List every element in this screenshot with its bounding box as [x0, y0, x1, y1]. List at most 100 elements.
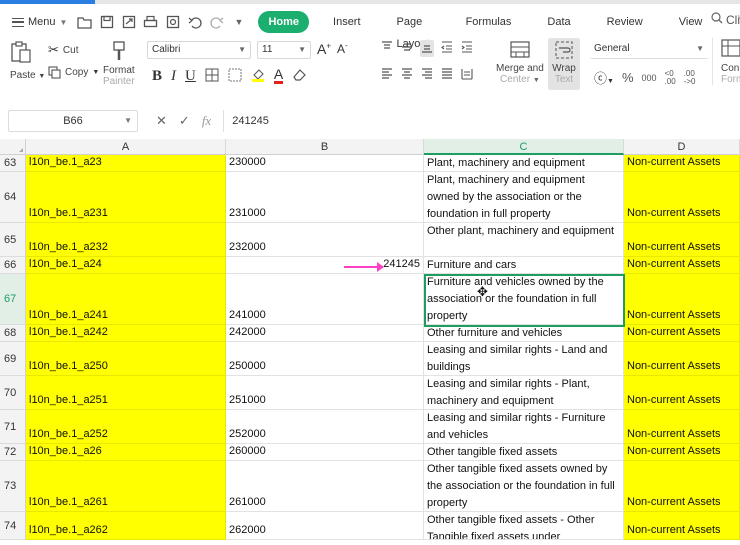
cell-account-code[interactable]: l10n_be.1_a250	[26, 342, 226, 376]
column-header-d[interactable]: D	[624, 139, 740, 155]
cell-account-number[interactable]: 230000	[226, 155, 424, 172]
cell-account-type[interactable]: Non-current Assets	[624, 512, 740, 540]
menu-button[interactable]: Menu ▼	[0, 10, 73, 34]
decrease-indent-icon[interactable]	[440, 40, 454, 57]
align-top-icon[interactable]	[380, 40, 394, 57]
row-header[interactable]: 67	[0, 274, 26, 325]
increase-indent-icon[interactable]	[460, 40, 474, 57]
cell-account-description[interactable]: Other furniture and vehicles	[424, 325, 624, 342]
font-color-icon[interactable]: A	[273, 67, 284, 84]
cell-account-number[interactable]: 252000	[226, 410, 424, 444]
tab-home[interactable]: Home	[258, 11, 310, 33]
column-header-c[interactable]: C	[424, 139, 624, 155]
cell-account-number[interactable]: 232000	[226, 223, 424, 257]
row-header[interactable]: 64	[0, 172, 26, 223]
merge-center-button[interactable]: Merge and Center ▼	[496, 40, 544, 85]
tab-insert[interactable]: Insert	[315, 11, 379, 33]
name-box[interactable]: B66 ▼	[8, 110, 138, 132]
cut-button[interactable]: ✂ Cut	[48, 42, 78, 58]
currency-icon[interactable]: ⓒ▼	[594, 68, 614, 87]
cell-account-description[interactable]: Other plant, machinery and equipment	[424, 223, 624, 257]
cell-account-code[interactable]: l10n_be.1_a23	[26, 155, 226, 172]
tab-data[interactable]: Data	[529, 11, 588, 33]
decrease-font-icon[interactable]: A-	[337, 41, 348, 59]
number-format-select[interactable]: General ▼	[590, 41, 708, 59]
cell-account-type[interactable]: Non-current Assets	[624, 325, 740, 342]
cell-account-number[interactable]: 261000	[226, 461, 424, 512]
row-header[interactable]: 66	[0, 257, 26, 274]
row-header[interactable]: 74	[0, 512, 26, 540]
export-icon[interactable]	[119, 12, 138, 32]
save-icon[interactable]	[97, 12, 116, 32]
cell-account-description[interactable]: Other tangible fixed assets - Other Tang…	[424, 512, 624, 540]
distributed-icon[interactable]	[460, 67, 474, 84]
cell-account-description[interactable]: Leasing and similar rights - Plant, mach…	[424, 376, 624, 410]
insert-function-icon[interactable]: fx	[202, 113, 211, 129]
cell-account-number[interactable]: 251000	[226, 376, 424, 410]
tab-page-layout[interactable]: Page Layout	[379, 11, 448, 50]
cell-account-code[interactable]: l10n_be.1_a241	[26, 274, 226, 325]
row-header[interactable]: 70	[0, 376, 26, 410]
confirm-icon[interactable]: ✓	[179, 113, 190, 129]
increase-font-icon[interactable]: A+	[317, 41, 331, 59]
customize-toolbar-icon[interactable]: ▼	[229, 12, 248, 32]
cell-account-description[interactable]: Furniture and cars	[424, 257, 624, 274]
row-header[interactable]: 72	[0, 444, 26, 461]
fill-pattern-icon[interactable]	[228, 68, 242, 85]
fill-color-icon[interactable]	[251, 67, 265, 85]
cell-account-type[interactable]: Non-current Assets	[624, 461, 740, 512]
justify-icon[interactable]	[440, 67, 454, 84]
cancel-icon[interactable]: ✕	[156, 113, 167, 129]
cell-account-description[interactable]: Plant, machinery and equipment	[424, 155, 624, 172]
conditional-format-button[interactable]: Con Form	[712, 38, 740, 85]
cell-account-code[interactable]: l10n_be.1_a26	[26, 444, 226, 461]
borders-icon[interactable]	[205, 68, 219, 85]
align-left-icon[interactable]	[380, 67, 394, 84]
align-right-icon[interactable]	[420, 67, 434, 84]
redo-icon[interactable]	[207, 12, 226, 32]
font-size-select[interactable]: 11 ▼	[257, 41, 311, 59]
cell-account-number[interactable]: 242000	[226, 325, 424, 342]
bold-icon[interactable]: B	[152, 68, 162, 85]
cell-account-code[interactable]: l10n_be.1_a251	[26, 376, 226, 410]
row-header[interactable]: 65	[0, 223, 26, 257]
cell-account-number[interactable]: 250000	[226, 342, 424, 376]
cell-account-number[interactable]: 260000	[226, 444, 424, 461]
column-header-a[interactable]: A	[26, 139, 226, 155]
column-header-b[interactable]: B	[226, 139, 424, 155]
cell-account-number[interactable]: 241245	[226, 257, 424, 274]
cell-account-type[interactable]: Non-current Assets	[624, 257, 740, 274]
format-painter-button[interactable]: Format Painter	[103, 40, 135, 87]
cell-account-type[interactable]: Non-current Assets	[624, 376, 740, 410]
cell-account-type[interactable]: Non-current Assets	[624, 274, 740, 325]
cell-account-type[interactable]: Non-current Assets	[624, 342, 740, 376]
align-bottom-icon[interactable]	[420, 40, 434, 57]
cell-account-code[interactable]: l10n_be.1_a231	[26, 172, 226, 223]
row-header[interactable]: 68	[0, 325, 26, 342]
undo-icon[interactable]	[185, 12, 204, 32]
italic-icon[interactable]: I	[171, 68, 176, 85]
wrap-text-button[interactable]: Wrap Text	[548, 38, 580, 90]
cell-account-type[interactable]: Non-current Assets	[624, 172, 740, 223]
cell-account-code[interactable]: l10n_be.1_a232	[26, 223, 226, 257]
font-name-select[interactable]: Calibri ▼	[147, 41, 251, 59]
cell-account-type[interactable]: Non-current Assets	[624, 444, 740, 461]
open-folder-icon[interactable]	[75, 12, 94, 32]
cell-account-number[interactable]: 231000	[226, 172, 424, 223]
paste-button[interactable]: Paste ▼	[10, 40, 45, 81]
cell-account-description[interactable]: Other tangible fixed assets owned by the…	[424, 461, 624, 512]
underline-icon[interactable]: U	[185, 68, 196, 85]
print-icon[interactable]	[141, 12, 160, 32]
decrease-decimal-icon[interactable]: .00 ->0	[684, 69, 696, 86]
tab-formulas[interactable]: Formulas	[448, 11, 530, 33]
cell-account-description[interactable]: Leasing and similar rights - Furniture a…	[424, 410, 624, 444]
cell-account-description[interactable]: Other tangible fixed assets	[424, 444, 624, 461]
align-middle-icon[interactable]	[400, 40, 414, 57]
percent-icon[interactable]: %	[622, 70, 634, 85]
row-header[interactable]: 63	[0, 155, 26, 172]
search-box[interactable]: Cli	[711, 12, 740, 27]
cell-account-code[interactable]: l10n_be.1_a24	[26, 257, 226, 274]
cell-account-description[interactable]: Leasing and similar rights - Land and bu…	[424, 342, 624, 376]
cell-account-type[interactable]: Non-current Assets	[624, 410, 740, 444]
clear-format-icon[interactable]	[292, 68, 307, 84]
